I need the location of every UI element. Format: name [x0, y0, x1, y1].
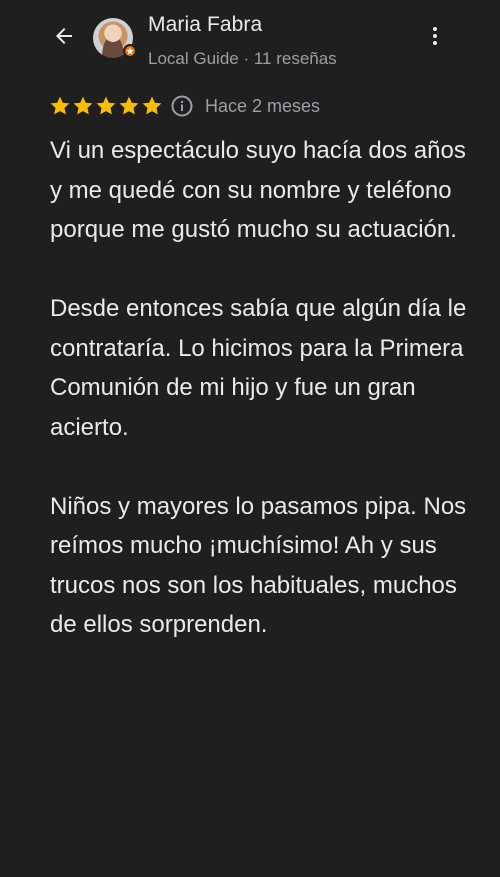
star-icon — [96, 96, 116, 115]
back-button[interactable] — [44, 18, 84, 54]
local-guide-badge-icon — [123, 44, 137, 58]
reviewer-subtitle[interactable]: Local Guide · 11 reseñas — [148, 49, 337, 69]
info-icon[interactable] — [170, 94, 194, 118]
more-options-button[interactable] — [420, 18, 450, 54]
review-paragraph: Niños y mayores lo pasamos pipa. Nos reí… — [50, 492, 467, 639]
rating-row: Hace 2 meses — [49, 92, 320, 120]
star-icon — [119, 96, 139, 115]
review-detail-screen: Maria Fabra Local Guide · 11 reseñas Hac… — [0, 0, 500, 877]
star-icon — [142, 96, 162, 115]
star-icon — [50, 96, 70, 115]
star-rating — [49, 95, 163, 117]
review-header: Maria Fabra Local Guide · 11 reseñas — [0, 0, 500, 86]
reviewer-name[interactable]: Maria Fabra — [148, 13, 262, 37]
reviewer-avatar[interactable] — [93, 18, 137, 58]
more-vert-icon — [433, 27, 437, 45]
star-icon — [73, 96, 93, 115]
review-paragraph: Desde entonces sabía que algún día le co… — [50, 295, 467, 441]
arrow-back-icon — [56, 28, 72, 44]
review-text: Vi un espectáculo suyo hacía dos años y … — [50, 131, 470, 645]
review-paragraph: Vi un espectáculo suyo hacía dos años y … — [50, 137, 466, 243]
review-time: Hace 2 meses — [205, 95, 321, 116]
